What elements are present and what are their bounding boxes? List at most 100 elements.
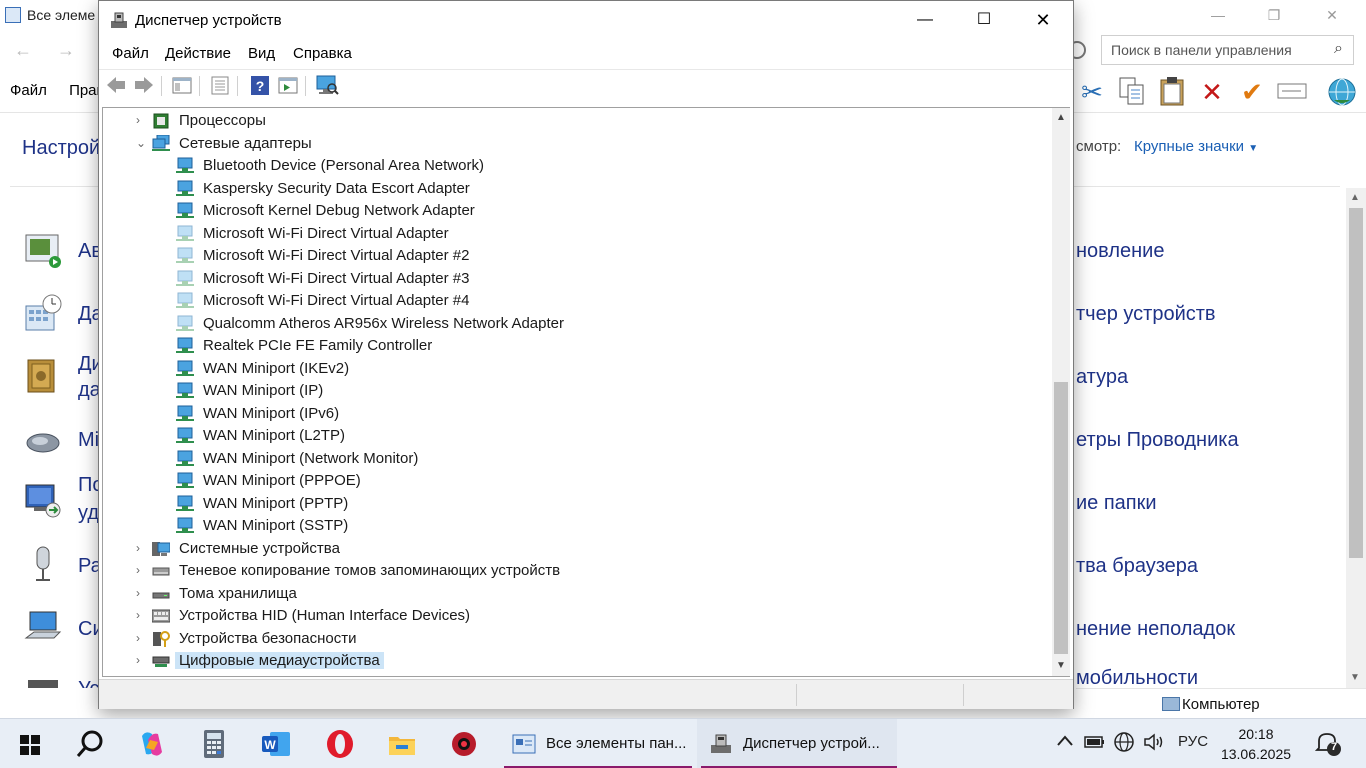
scroll-up-icon[interactable]: ▲ — [1056, 112, 1066, 123]
clock[interactable]: 20:18 13.06.2025 — [1216, 724, 1296, 764]
scroll-thumb[interactable] — [1349, 208, 1363, 558]
collapse-chevron-icon[interactable]: ⌄ — [136, 136, 148, 150]
tree-device[interactable]: Microsoft Wi-Fi Direct Virtual Adapter — [103, 223, 1049, 245]
cp-item-mobility-center[interactable]: мобильности — [1076, 667, 1198, 690]
tree-device[interactable]: Microsoft Wi-Fi Direct Virtual Adapter #… — [103, 245, 1049, 267]
tree-device[interactable]: Microsoft Wi-Fi Direct Virtual Adapter #… — [103, 268, 1049, 290]
cp-item-internet-options[interactable]: тва браузера — [1076, 555, 1198, 578]
maximize-icon[interactable]: ☐ — [955, 1, 1013, 39]
language-indicator[interactable]: РУС — [1178, 733, 1208, 750]
scroll-down-icon[interactable]: ▼ — [1056, 660, 1066, 671]
kaspersky-icon[interactable] — [448, 728, 480, 760]
expand-chevron-icon[interactable]: › — [136, 631, 148, 645]
control-panel-scrollbar[interactable]: ▲ ▼ — [1346, 188, 1366, 688]
expand-chevron-icon[interactable]: › — [136, 653, 148, 667]
tree-device[interactable]: Microsoft Wi-Fi Direct Virtual Adapter #… — [103, 290, 1049, 312]
tree-device[interactable]: WAN Miniport (PPPOE) — [103, 470, 1049, 492]
battery-icon[interactable] — [1084, 734, 1106, 754]
device-tree[interactable]: › Процессоры ⌄ Сетевые адаптеры Bluetooth De… — [102, 107, 1052, 677]
chevron-up-icon[interactable] — [1056, 732, 1074, 754]
tree-category[interactable]: ⌄ Сетевые адаптеры — [103, 133, 1049, 155]
globe-icon[interactable] — [1113, 731, 1135, 757]
task-device-manager[interactable]: Диспетчер устрой... — [697, 719, 897, 768]
help-icon[interactable]: ? — [249, 74, 271, 96]
expand-chevron-icon[interactable]: › — [136, 563, 148, 577]
tree-scrollbar[interactable]: ▲ ▼ — [1052, 107, 1070, 677]
search-icon[interactable]: ⌕ — [1334, 40, 1343, 58]
restore-icon[interactable]: ❐ — [1254, 4, 1294, 28]
expand-chevron-icon[interactable]: › — [136, 608, 148, 622]
calculator-icon[interactable] — [198, 728, 230, 760]
expand-chevron-icon[interactable]: › — [136, 113, 148, 127]
tree-device[interactable]: WAN Miniport (PPTP) — [103, 493, 1049, 515]
tree-device[interactable]: Bluetooth Device (Personal Area Network) — [103, 155, 1049, 177]
tree-device[interactable]: Microsoft Kernel Debug Network Adapter — [103, 200, 1049, 222]
tree-device[interactable]: Realtek PCIe FE Family Controller — [103, 335, 1049, 357]
cp-item-devices[interactable]: Ус — [78, 678, 99, 688]
rename-icon[interactable] — [1276, 76, 1308, 108]
forward-arrow-icon[interactable]: → — [57, 40, 75, 60]
back-arrow-icon[interactable] — [105, 74, 127, 96]
scroll-down-icon[interactable]: ▼ — [1350, 672, 1360, 683]
cp-item-keyboard[interactable]: атура — [1076, 366, 1128, 389]
cp-item-work-folders[interactable]: ие папки — [1076, 492, 1157, 515]
start-button-icon[interactable] — [14, 728, 46, 760]
cp-item-explorer-options[interactable]: етры Проводника — [1076, 429, 1239, 452]
cp-item-recovery[interactable]: новление — [1076, 240, 1164, 263]
menu-action[interactable]: Действие — [165, 45, 231, 62]
tree-category[interactable]: › Системные устройства — [103, 538, 1049, 560]
expand-chevron-icon[interactable]: › — [136, 541, 148, 555]
paste-icon[interactable] — [1156, 76, 1188, 108]
tree-device[interactable]: WAN Miniport (IP) — [103, 380, 1049, 402]
copilot-icon[interactable] — [136, 728, 168, 760]
tree-device[interactable]: WAN Miniport (SSTP) — [103, 515, 1049, 537]
close-icon[interactable]: ✕ — [1014, 1, 1072, 39]
opera-icon[interactable] — [324, 728, 356, 760]
word-icon[interactable]: W — [260, 728, 292, 760]
tree-device[interactable]: Qualcomm Atheros AR956x Wireless Network… — [103, 313, 1049, 335]
minimize-icon[interactable]: — — [896, 1, 954, 39]
tree-category[interactable]: › Теневое копирование томов запоминающих … — [103, 560, 1049, 582]
cp-item-remote-line2[interactable]: уд — [78, 502, 99, 525]
expand-chevron-icon[interactable]: › — [136, 586, 148, 600]
tree-category[interactable]: › Процессоры — [103, 110, 1049, 132]
view-by-dropdown[interactable]: Крупные значки ▼ — [1134, 138, 1258, 155]
task-control-panel[interactable]: Все элементы пан... — [500, 719, 692, 768]
menu-view[interactable]: Вид — [248, 45, 275, 62]
search-input[interactable]: Поиск в панели управления ⌕ — [1101, 35, 1354, 65]
tree-device[interactable]: WAN Miniport (IPv6) — [103, 403, 1049, 425]
scroll-up-icon[interactable]: ▲ — [1350, 192, 1360, 203]
tree-device[interactable]: WAN Miniport (Network Monitor) — [103, 448, 1049, 470]
action-pane-icon[interactable] — [277, 74, 299, 96]
file-explorer-icon[interactable] — [386, 728, 418, 760]
cp-item-device-manager[interactable]: тчер устройств — [1076, 303, 1216, 326]
cp-item-mouse[interactable]: Мі — [78, 429, 99, 452]
delete-icon[interactable]: ✕ — [1196, 76, 1228, 108]
checkmark-icon[interactable]: ✔ — [1236, 76, 1268, 108]
globe-icon[interactable] — [1326, 76, 1358, 108]
tree-category[interactable]: › Цифровые медиаустройства — [103, 650, 1049, 672]
minimize-icon[interactable]: — — [1198, 4, 1238, 28]
scan-hardware-icon[interactable] — [315, 74, 339, 96]
properties-icon[interactable] — [209, 74, 231, 96]
tree-device[interactable]: WAN Miniport (IKEv2) — [103, 358, 1049, 380]
tree-category[interactable]: › Устройства HID (Human Interface Devices… — [103, 605, 1049, 627]
tree-device[interactable]: Kaspersky Security Data Escort Adapter — [103, 178, 1049, 200]
tree-category[interactable]: › Устройства безопасности — [103, 628, 1049, 650]
cp-item-troubleshooting[interactable]: нение неполадок — [1076, 618, 1235, 641]
notification-bell-icon[interactable]: 7 — [1314, 730, 1341, 756]
menu-file[interactable]: Файл — [112, 45, 149, 62]
menu-help[interactable]: Справка — [293, 45, 352, 62]
menu-file[interactable]: Файл — [10, 82, 47, 99]
tree-category[interactable]: › Тома хранилища — [103, 583, 1049, 605]
show-hide-console-icon[interactable] — [171, 74, 193, 96]
scroll-thumb[interactable] — [1054, 382, 1068, 654]
forward-arrow-icon[interactable] — [133, 74, 155, 96]
cut-icon[interactable]: ✂ — [1076, 76, 1108, 108]
tree-device[interactable]: WAN Miniport (L2TP) — [103, 425, 1049, 447]
copy-icon[interactable] — [1116, 76, 1148, 108]
back-arrow-icon[interactable]: ← — [14, 40, 32, 60]
search-icon[interactable] — [74, 728, 106, 760]
volume-icon[interactable] — [1143, 732, 1165, 756]
close-icon[interactable]: ✕ — [1312, 4, 1352, 28]
